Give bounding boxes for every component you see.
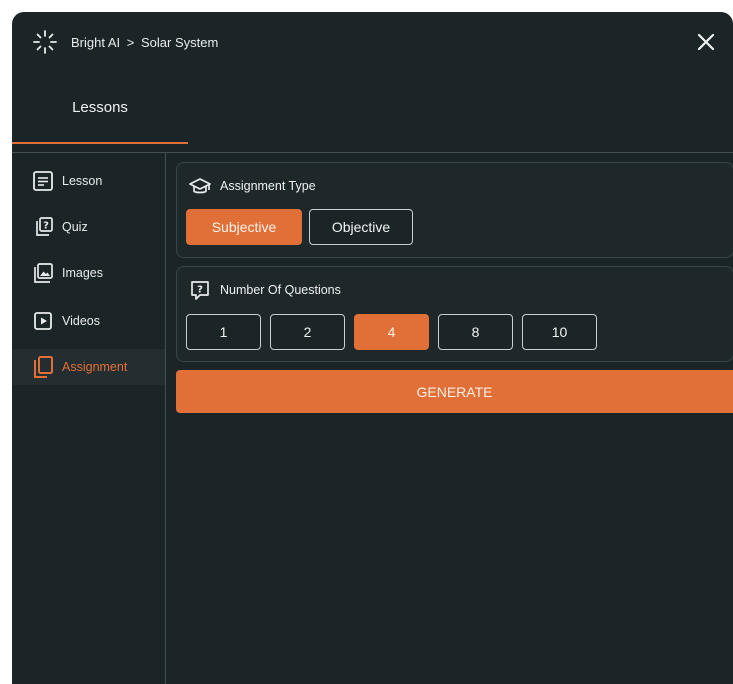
svg-text:?: ? <box>197 285 203 296</box>
assignment-type-title: Assignment Type <box>220 179 316 193</box>
graduation-cap-icon <box>189 178 211 194</box>
video-icon <box>34 312 52 330</box>
subjective-label: Subjective <box>211 219 277 235</box>
question-count-8-button[interactable]: 8 <box>438 314 513 350</box>
breadcrumb-page: Solar System <box>140 35 219 50</box>
sidebar-item-label: Quiz <box>62 220 88 234</box>
lesson-icon <box>33 171 53 191</box>
sidebar-item-label: Assignment <box>62 360 128 374</box>
header-divider <box>12 152 733 153</box>
sidebar-item-quiz[interactable]: ? Quiz <box>12 209 165 245</box>
question-count-label: 10 <box>551 324 568 340</box>
close-icon[interactable] <box>694 30 718 54</box>
question-count-label: 8 <box>471 324 480 340</box>
image-icon <box>34 263 53 283</box>
sparkle-logo-icon <box>33 30 57 54</box>
number-of-questions-title: Number Of Questions <box>220 283 341 297</box>
question-count-label: 1 <box>219 324 228 340</box>
breadcrumb-separator: > <box>126 35 135 50</box>
number-of-questions-header: ? Number Of Questions <box>189 279 341 301</box>
quiz-icon: ? <box>36 217 53 236</box>
tab-bar: Lessons <box>12 72 733 164</box>
sidebar-divider <box>165 153 166 684</box>
sidebar-item-images[interactable]: Images <box>12 255 165 291</box>
objective-button[interactable]: Objective <box>309 209 413 245</box>
subjective-button[interactable]: Subjective <box>186 209 302 245</box>
assignment-window: Bright AI > Solar System Lessons Lesson <box>12 12 733 684</box>
generate-button[interactable]: GENERATE <box>176 370 733 413</box>
question-count-1-button[interactable]: 1 <box>186 314 261 350</box>
tab-lessons-label: Lessons <box>72 99 128 116</box>
assignment-type-card: Assignment Type Subjective Objective <box>176 162 733 258</box>
sidebar-item-label: Videos <box>62 314 100 328</box>
question-box-icon: ? <box>191 281 209 300</box>
assignment-type-header: Assignment Type <box>189 175 316 197</box>
question-count-4-button[interactable]: 4 <box>354 314 429 350</box>
question-count-10-button[interactable]: 10 <box>522 314 597 350</box>
sidebar-item-label: Images <box>62 266 103 280</box>
sidebar-item-label: Lesson <box>62 174 103 188</box>
sidebar-item-lesson[interactable]: Lesson <box>12 163 165 199</box>
number-of-questions-card: ? Number Of Questions 1 2 4 8 10 <box>176 266 733 362</box>
question-count-label: 4 <box>387 324 396 340</box>
question-count-label: 2 <box>303 324 312 340</box>
tab-lessons[interactable]: Lessons <box>12 72 188 143</box>
breadcrumb-app[interactable]: Bright AI <box>71 35 120 50</box>
sidebar-item-videos[interactable]: Videos <box>12 303 165 339</box>
title-bar: Bright AI > Solar System <box>12 12 733 72</box>
generate-label: GENERATE <box>416 383 493 400</box>
svg-text:?: ? <box>43 221 49 232</box>
assignment-icon <box>34 356 53 378</box>
active-tab-indicator <box>12 142 188 144</box>
breadcrumb: Bright AI > Solar System <box>71 35 218 50</box>
sidebar-item-assignment[interactable]: Assignment <box>12 349 165 385</box>
question-count-2-button[interactable]: 2 <box>270 314 345 350</box>
objective-label: Objective <box>331 219 391 235</box>
